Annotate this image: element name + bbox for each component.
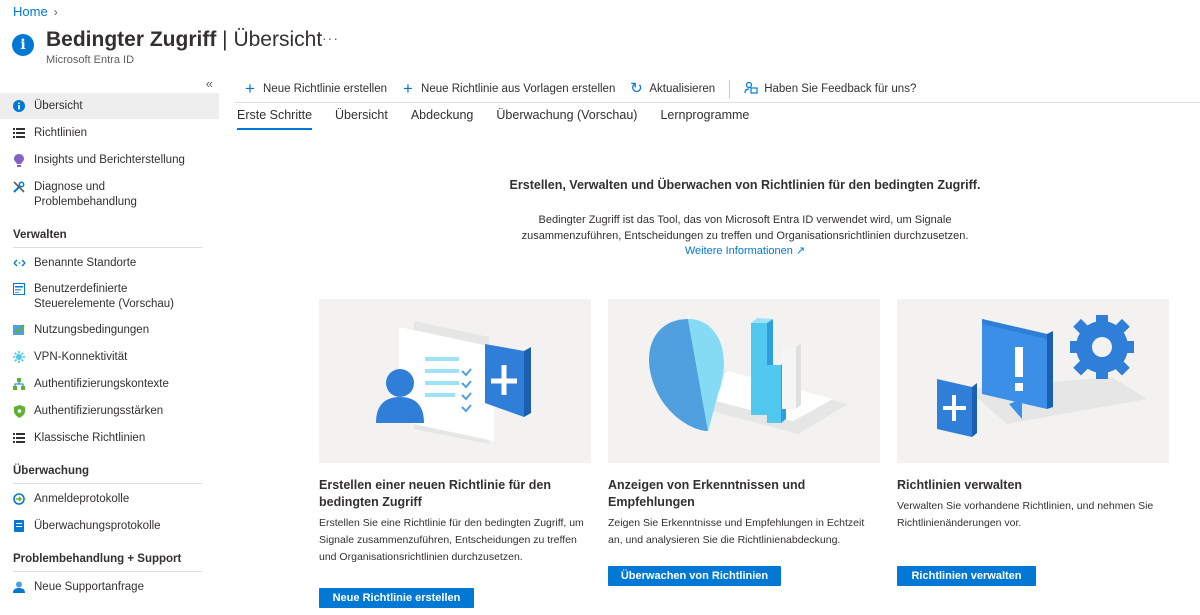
card-description: Erstellen Sie eine Richtlinie für den be…: [319, 517, 584, 563]
sidebar-item-authentifizierungskontexte[interactable]: Authentifizierungskontexte: [0, 377, 219, 392]
sidebar: « Übersicht Richtlinien Insights und Ber…: [0, 74, 219, 615]
sidebar-item-insights[interactable]: Insights und Berichterstellung: [0, 153, 219, 168]
insights-illustration: [608, 299, 880, 463]
tab-lernprogramme[interactable]: Lernprogramme: [660, 106, 749, 130]
toolbar-divider: [729, 79, 731, 98]
tab-bar: Erste Schritte Übersicht Abdeckung Überw…: [237, 106, 772, 130]
breadcrumb-home-link[interactable]: Home: [13, 4, 48, 19]
terms-icon: [12, 323, 26, 337]
chevron-right-icon: ›: [53, 4, 58, 19]
sidebar-item-benutzerdefinierte-steuerelemente[interactable]: Benutzerdefinierte Steuerelemente (Vorsc…: [0, 282, 219, 312]
sidebar-item-uebersicht[interactable]: Übersicht: [0, 93, 219, 119]
page-title: Bedingter Zugriff | Übersicht: [46, 28, 323, 51]
external-link-icon: ↗: [795, 245, 806, 257]
sidebar-item-benannte-standorte[interactable]: Benannte Standorte: [0, 256, 219, 271]
feedback-button[interactable]: Haben Sie Feedback für uns?: [744, 81, 916, 97]
card-title: Richtlinien verwalten: [897, 478, 1023, 492]
shield-icon: [12, 404, 26, 418]
sidebar-item-authentifizierungsstaerken[interactable]: Authentifizierungsstärken: [0, 404, 219, 419]
card-manage-policies: Richtlinien verwalten Verwalten Sie vorh…: [897, 299, 1169, 532]
section-verwalten: Verwalten: [13, 229, 202, 248]
card-insights: Anzeigen von Erkenntnissen und Empfehlun…: [608, 299, 880, 549]
plus-icon: +: [245, 78, 255, 98]
context-icon: [12, 377, 26, 391]
controls-icon: [12, 282, 26, 296]
hero-title: Erstellen, Verwalten und Überwachen von …: [509, 178, 981, 192]
feedback-icon: [744, 81, 758, 97]
section-ueberwachung: Überwachung: [13, 465, 202, 484]
card-create-policy: Erstellen einer neuen Richtlinie für den…: [319, 299, 591, 566]
sidebar-item-ueberwachungsprotokolle[interactable]: Überwachungsprotokolle: [0, 519, 219, 534]
breadcrumb: Home ›: [13, 4, 58, 19]
sidebar-item-richtlinien[interactable]: Richtlinien: [0, 126, 219, 141]
tab-uebersicht[interactable]: Übersicht: [335, 106, 388, 130]
sidebar-item-diagnose[interactable]: Diagnose und Problembehandlung: [0, 180, 219, 210]
section-problembehandlung-support: Problembehandlung + Support: [13, 553, 202, 572]
learn-more-link[interactable]: Weitere Informationen ↗: [320, 244, 1170, 257]
info-icon: [12, 99, 26, 113]
collapse-sidebar-icon[interactable]: «: [206, 76, 213, 91]
page-subtitle: Microsoft Entra ID: [46, 54, 135, 66]
sidebar-item-anmeldeprotokolle[interactable]: Anmeldeprotokolle: [0, 492, 219, 507]
card-title: Erstellen einer neuen Richtlinie für den…: [319, 478, 551, 509]
vpn-icon: [12, 350, 26, 364]
refresh-icon: ↻: [630, 79, 643, 97]
tab-abdeckung[interactable]: Abdeckung: [411, 106, 474, 130]
signin-log-icon: [12, 492, 26, 506]
command-bar: + Neue Richtlinie erstellen + Neue Richt…: [235, 75, 1200, 103]
manage-policies-illustration: [897, 299, 1169, 463]
sidebar-item-vpn[interactable]: VPN-Konnektivität: [0, 350, 219, 365]
wrench-icon: [12, 180, 26, 194]
card-description: Verwalten Sie vorhandene Richtlinien, un…: [897, 500, 1154, 529]
new-policy-button[interactable]: + Neue Richtlinie erstellen: [243, 78, 387, 98]
new-policy-from-template-button[interactable]: + Neue Richtlinie aus Vorlagen erstellen: [401, 78, 615, 98]
page-header: i Bedingter Zugriff | Übersicht Microsof…: [12, 27, 338, 66]
card-description: Zeigen Sie Erkenntnisse und Empfehlungen…: [608, 517, 865, 546]
list-icon: [12, 431, 26, 445]
create-policy-button[interactable]: Neue Richtlinie erstellen: [319, 588, 474, 608]
sidebar-item-neue-supportanfrage[interactable]: Neue Supportanfrage: [0, 580, 219, 595]
audit-log-icon: [12, 519, 26, 533]
refresh-button[interactable]: ↻ Aktualisieren: [629, 79, 715, 97]
info-icon: i: [12, 34, 34, 56]
support-icon: [12, 580, 26, 594]
sidebar-item-klassische-richtlinien[interactable]: Klassische Richtlinien: [0, 431, 219, 446]
more-options-icon[interactable]: ···: [322, 30, 339, 46]
location-icon: [12, 256, 26, 270]
hero-description: Bedingter Zugriff ist das Tool, das von …: [521, 214, 969, 242]
monitor-policies-button[interactable]: Überwachen von Richtlinien: [608, 566, 781, 586]
plus-icon: +: [403, 78, 413, 98]
tab-ueberwachung[interactable]: Überwachung (Vorschau): [496, 106, 637, 130]
bulb-icon: [12, 153, 26, 167]
card-title: Anzeigen von Erkenntnissen und Empfehlun…: [608, 478, 806, 509]
manage-policies-button[interactable]: Richtlinien verwalten: [897, 566, 1036, 586]
tab-erste-schritte[interactable]: Erste Schritte: [237, 106, 313, 130]
list-icon: [12, 126, 26, 140]
create-policy-illustration: [319, 299, 591, 463]
sidebar-item-nutzungsbedingungen[interactable]: Nutzungsbedingungen: [0, 323, 219, 338]
